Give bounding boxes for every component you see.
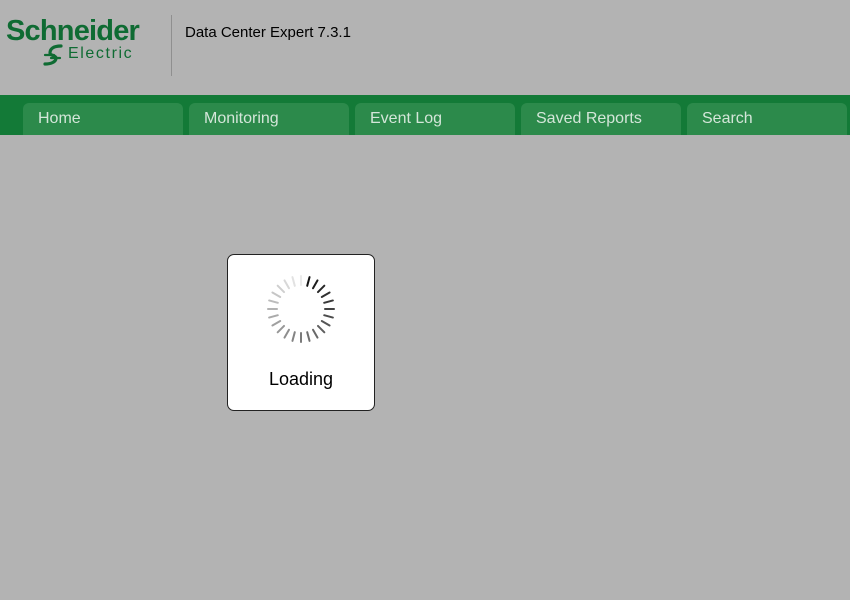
spinner-tick bbox=[268, 299, 279, 304]
spinner-tick bbox=[271, 320, 282, 327]
main-navigation: Home Monitoring Event Log Saved Reports … bbox=[0, 95, 850, 135]
header-divider bbox=[171, 15, 172, 76]
header: Schneider Electric Data Center Expert 7.… bbox=[0, 0, 850, 95]
spinner-tick bbox=[271, 291, 282, 298]
spinner-tick bbox=[316, 324, 326, 334]
spinner-tick bbox=[276, 324, 286, 334]
logo-text-electric: Electric bbox=[68, 45, 134, 62]
spinner-icon bbox=[267, 275, 335, 343]
spinner-tick bbox=[312, 328, 319, 339]
spinner-tick bbox=[320, 320, 331, 327]
product-title: Data Center Expert 7.3.1 bbox=[185, 24, 351, 41]
spinner-tick bbox=[268, 314, 279, 319]
spinner-tick bbox=[306, 331, 311, 342]
spinner-tick bbox=[316, 284, 326, 294]
loading-label: Loading bbox=[268, 369, 334, 389]
logo-text-schneider: Schneider bbox=[6, 15, 140, 47]
spinner-tick bbox=[291, 331, 296, 342]
spinner-tick bbox=[320, 291, 331, 298]
loading-dialog: Loading bbox=[227, 254, 375, 411]
tab-event-log[interactable]: Event Log bbox=[355, 103, 515, 135]
tab-saved-reports[interactable]: Saved Reports bbox=[521, 103, 681, 135]
tab-search[interactable]: Search bbox=[687, 103, 847, 135]
spinner-tick bbox=[312, 279, 319, 290]
spinner-tick bbox=[291, 276, 296, 287]
schneider-electric-logo[interactable]: Schneider Electric bbox=[6, 14, 156, 66]
logo-mark-icon bbox=[43, 44, 63, 66]
spinner-tick bbox=[283, 328, 290, 339]
spinner-tick bbox=[283, 279, 290, 290]
spinner-tick bbox=[323, 299, 334, 304]
tab-monitoring[interactable]: Monitoring bbox=[189, 103, 349, 135]
spinner-tick bbox=[323, 314, 334, 319]
tab-home[interactable]: Home bbox=[23, 103, 183, 135]
spinner-tick bbox=[276, 284, 286, 294]
spinner-tick bbox=[306, 276, 311, 287]
